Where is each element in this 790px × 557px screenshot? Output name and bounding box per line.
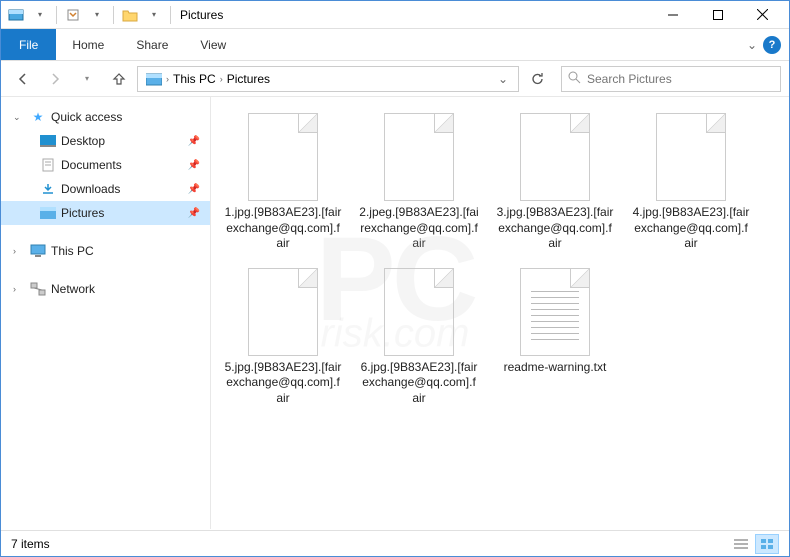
- file-item[interactable]: 1.jpg.[9B83AE23].[fairexchange@qq.com].f…: [219, 109, 347, 256]
- forward-button[interactable]: [41, 65, 69, 93]
- file-item[interactable]: 5.jpg.[9B83AE23].[fairexchange@qq.com].f…: [219, 264, 347, 411]
- file-item[interactable]: 2.jpeg.[9B83AE23].[fairexchange@qq.com].…: [355, 109, 483, 256]
- sidebar-item-documents[interactable]: Documents 📌: [1, 153, 210, 177]
- file-icon: [656, 113, 726, 201]
- address-bar[interactable]: › This PC › Pictures ⌄: [137, 66, 519, 92]
- pc-icon: [29, 244, 47, 258]
- file-icon: [520, 113, 590, 201]
- file-item[interactable]: 4.jpg.[9B83AE23].[fairexchange@qq.com].f…: [627, 109, 755, 256]
- sidebar-item-label: This PC: [51, 244, 94, 258]
- ribbon-tabs: File Home Share View ⌄ ?: [1, 29, 789, 61]
- sidebar-item-network[interactable]: › Network: [1, 277, 210, 301]
- sidebar-item-label: Quick access: [51, 110, 122, 124]
- status-bar: 7 items: [1, 530, 789, 556]
- separator: [113, 6, 114, 24]
- pin-icon: 📌: [188, 160, 200, 171]
- sidebar-item-label: Documents: [61, 158, 122, 172]
- sidebar-item-label: Network: [51, 282, 95, 296]
- breadcrumb-pictures[interactable]: Pictures: [223, 72, 274, 86]
- file-name: 3.jpg.[9B83AE23].[fairexchange@qq.com].f…: [495, 205, 615, 252]
- home-tab[interactable]: Home: [56, 29, 120, 60]
- file-name: 1.jpg.[9B83AE23].[fairexchange@qq.com].f…: [223, 205, 343, 252]
- share-tab[interactable]: Share: [120, 29, 184, 60]
- sidebar-item-label: Desktop: [61, 134, 105, 148]
- title-bar: ▾ ▾ ▾ Pictures: [1, 1, 789, 29]
- star-icon: ★: [29, 110, 47, 124]
- file-name: readme-warning.txt: [504, 360, 607, 376]
- pin-icon: 📌: [188, 184, 200, 195]
- qat-customize-icon[interactable]: ▾: [143, 4, 165, 26]
- minimize-button[interactable]: [650, 1, 695, 29]
- help-icon[interactable]: ?: [763, 36, 781, 54]
- sidebar-item-quick-access[interactable]: ⌄ ★ Quick access: [1, 105, 210, 129]
- file-icon: [248, 113, 318, 201]
- search-box[interactable]: [561, 66, 781, 92]
- content-area: ⌄ ★ Quick access Desktop 📌 Documents 📌 D…: [1, 97, 789, 529]
- file-icon: [520, 268, 590, 356]
- back-button[interactable]: [9, 65, 37, 93]
- search-icon: [568, 71, 581, 87]
- folder-icon[interactable]: [119, 4, 141, 26]
- pictures-icon: [39, 207, 57, 219]
- downloads-icon: [39, 182, 57, 196]
- sidebar-item-label: Downloads: [61, 182, 120, 196]
- sidebar-item-label: Pictures: [61, 206, 104, 220]
- sidebar-item-pictures[interactable]: Pictures 📌: [1, 201, 210, 225]
- refresh-button[interactable]: [523, 65, 551, 93]
- file-item[interactable]: 6.jpg.[9B83AE23].[fairexchange@qq.com].f…: [355, 264, 483, 411]
- up-button[interactable]: [105, 65, 133, 93]
- pin-icon: 📌: [188, 208, 200, 219]
- chevron-down-icon[interactable]: ⌄: [13, 112, 25, 123]
- file-icon: [384, 113, 454, 201]
- file-icon: [384, 268, 454, 356]
- pin-icon: 📌: [188, 136, 200, 147]
- documents-icon: [39, 158, 57, 172]
- window-title: Pictures: [180, 8, 223, 22]
- file-name: 2.jpeg.[9B83AE23].[fairexchange@qq.com].…: [359, 205, 479, 252]
- breadcrumb-pictures-icon[interactable]: [142, 72, 166, 86]
- navigation-pane: ⌄ ★ Quick access Desktop 📌 Documents 📌 D…: [1, 97, 211, 529]
- window-controls: [650, 1, 785, 29]
- file-item[interactable]: 3.jpg.[9B83AE23].[fairexchange@qq.com].f…: [491, 109, 619, 256]
- chevron-right-icon[interactable]: ›: [13, 284, 25, 294]
- qat-dropdown-icon[interactable]: ▾: [29, 4, 51, 26]
- file-name: 4.jpg.[9B83AE23].[fairexchange@qq.com].f…: [631, 205, 751, 252]
- sidebar-item-downloads[interactable]: Downloads 📌: [1, 177, 210, 201]
- close-button[interactable]: [740, 1, 785, 29]
- properties-icon[interactable]: [62, 4, 84, 26]
- recent-dropdown-icon[interactable]: ▾: [73, 65, 101, 93]
- address-dropdown-icon[interactable]: ⌄: [492, 72, 514, 86]
- breadcrumb-this-pc[interactable]: This PC: [169, 72, 220, 86]
- file-name: 6.jpg.[9B83AE23].[fairexchange@qq.com].f…: [359, 360, 479, 407]
- sidebar-item-desktop[interactable]: Desktop 📌: [1, 129, 210, 153]
- item-count: 7 items: [11, 537, 50, 551]
- chevron-right-icon[interactable]: ›: [13, 246, 25, 256]
- file-name: 5.jpg.[9B83AE23].[fairexchange@qq.com].f…: [223, 360, 343, 407]
- qat-dropdown-icon[interactable]: ▾: [86, 4, 108, 26]
- icons-view-button[interactable]: [755, 534, 779, 554]
- sidebar-item-this-pc[interactable]: › This PC: [1, 239, 210, 263]
- separator: [170, 6, 171, 24]
- file-icon: [248, 268, 318, 356]
- maximize-button[interactable]: [695, 1, 740, 29]
- ribbon-expand-icon[interactable]: ⌄: [747, 38, 757, 52]
- separator: [56, 6, 57, 24]
- view-tab[interactable]: View: [184, 29, 242, 60]
- desktop-icon: [39, 135, 57, 147]
- details-view-button[interactable]: [729, 534, 753, 554]
- file-list[interactable]: 1.jpg.[9B83AE23].[fairexchange@qq.com].f…: [211, 97, 789, 529]
- file-item[interactable]: readme-warning.txt: [491, 264, 619, 411]
- search-input[interactable]: [587, 72, 774, 86]
- file-tab[interactable]: File: [1, 29, 56, 60]
- navigation-bar: ▾ › This PC › Pictures ⌄: [1, 61, 789, 97]
- network-icon: [29, 282, 47, 296]
- quick-access-toolbar: ▾ ▾ ▾: [5, 4, 174, 26]
- app-icon[interactable]: [5, 4, 27, 26]
